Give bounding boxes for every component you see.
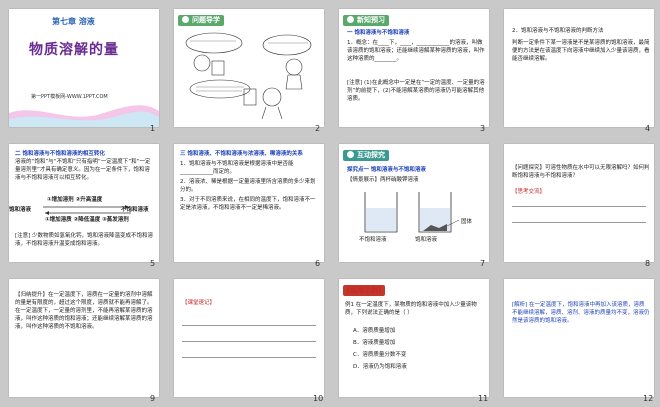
answer-line	[182, 325, 316, 326]
bullet-icon	[182, 16, 189, 23]
slide-number: 8	[645, 259, 651, 268]
slide-4[interactable]: 2．饱和溶液与不饱和溶液的判断方法 判断一定条件下某一溶液是不是某溶质的饱和溶液…	[504, 9, 654, 127]
body-text: 3．对于不同溶质来说，在相同的温度下，饱和溶液不一定是浓溶液，不饱和溶液不一定是…	[180, 197, 316, 211]
discussion-label: 【思考交流】	[512, 189, 546, 195]
body-heading: 2．饱和溶液与不饱和溶液的判断方法	[512, 28, 604, 34]
slide-7[interactable]: 互动探究 探究点一 饱和溶液与不饱和溶液 【情景展示】两杯硝酸钾溶液 不饱和溶液…	[339, 144, 489, 262]
body-text: 溶液的“饱和”与“不饱和”只有指明“一定温度下”和“一定量溶剂里”才具有确定意义…	[15, 159, 151, 181]
slide-11[interactable]: [应用示例] 例1 在一定温度下，某物质的饱和溶液中加入少量该物质，下列说法正确…	[339, 279, 489, 397]
bullet-icon	[347, 16, 354, 23]
slide-number: 6	[315, 259, 321, 268]
option-a: A．溶质质量增加	[353, 328, 396, 334]
slide-header: 问题导学	[178, 15, 224, 26]
body-text: 判断一定条件下某一溶液是不是某溶质的饱和溶液，最简便的方法是在该温度下向溶液中继…	[512, 40, 650, 62]
conversion-up-label: ①增加溶剂 ②升高温度	[47, 197, 103, 203]
body-text: 2．溶液浓、稀是根据一定量溶液里所含溶质的多少来划分的。	[180, 179, 316, 193]
option-d: D．溶液仍为饱和溶液	[353, 364, 407, 370]
notes-label: 【课堂速记】	[182, 300, 216, 306]
slide-title: 物质溶解的量	[29, 42, 119, 58]
option-b: B．溶液质量增加	[353, 340, 396, 346]
slide-10[interactable]: 【课堂速记】	[174, 279, 324, 397]
analysis-text: [解析] 在一定温度下，饱和溶液中再加入该溶质，溶质不能继续溶解，溶质、溶剂、溶…	[512, 302, 650, 324]
section-title: 二 饱和溶液与不饱和溶液的相互转化	[15, 151, 105, 157]
left-term: 饱和溶液	[9, 207, 32, 213]
answer-line	[182, 341, 316, 342]
right-term: 不饱和溶液	[121, 207, 149, 213]
slide-3[interactable]: 新知预习 一 饱和溶液与不饱和溶液 1．概念：在____下，____，_____…	[339, 9, 489, 127]
slide-number: 10	[313, 394, 324, 403]
slide-1[interactable]: 第七章 溶液 物质溶解的量 第一PPT模板网-WWW.1PPT.COM	[9, 9, 159, 127]
note-text: [注意] 少数物质如氢氧化钙，饱和溶液降温变成不饱和溶液，不饱和溶液升温变成饱和…	[15, 233, 154, 247]
beaker-label-saturated: 饱和溶液	[415, 237, 438, 243]
scenario-label: 【情景展示】两杯硝酸钾溶液	[347, 177, 419, 183]
slide-6[interactable]: 三 饱和溶液、不饱和溶液与浓溶液、稀溶液的关系 1．饱和溶液与不饱和溶液是根据溶…	[174, 144, 324, 262]
slide-footer: 第一PPT模板网-WWW.1PPT.COM	[31, 94, 108, 100]
chapter-label: 第七章 溶液	[52, 17, 95, 26]
example-question: 例1 在一定温度下，某物质的饱和溶液中加入少量该物质，下列说法正确的是（ ）	[345, 302, 477, 316]
slide-header: [应用示例]	[343, 285, 386, 296]
slide-number: 3	[480, 124, 486, 133]
slide-number: 4	[645, 124, 651, 133]
answer-line	[512, 206, 646, 207]
slide-number: 7	[480, 259, 486, 268]
slide-9[interactable]: 【归纳提升】在一定温度下，溶质在一定量的溶剂中溶解的量是有限度的，超过这个限度，…	[9, 279, 159, 397]
option-c: C．溶质质量分数不变	[353, 352, 407, 358]
section-title: 三 饱和溶液、不饱和溶液与浓溶液、稀溶液的关系	[180, 151, 303, 157]
summary-text: 【归纳提升】在一定温度下，溶质在一定量的溶剂中溶解的量是有限度的，超过这个限度，…	[15, 292, 153, 330]
slide-number: 2	[315, 124, 321, 133]
beaker-label-unsaturated: 不饱和溶液	[359, 237, 387, 243]
beaker-illustration	[364, 192, 460, 233]
slide-12[interactable]: [解析] 在一定温度下，饱和溶液中再加入该溶质，溶质不能继续溶解，溶质、溶剂、溶…	[504, 279, 654, 397]
slide-2[interactable]: 问题导学	[174, 9, 324, 127]
slide-header: 新知预习	[343, 15, 389, 26]
slide-5[interactable]: 二 饱和溶液与不饱和溶液的相互转化 溶液的“饱和”与“不饱和”只有指明“一定温度…	[9, 144, 159, 262]
answer-line	[182, 357, 316, 358]
body-note: [注意] (1)在此概念中一定是在“一定的温度、一定量的溶剂”的前提下，(2)不…	[347, 80, 485, 102]
slide-number: 1	[150, 124, 156, 133]
answer-line	[512, 222, 646, 223]
slide-number: 12	[643, 394, 654, 403]
slide-grid: 第七章 溶液 物质溶解的量 第一PPT模板网-WWW.1PPT.COM 问题导学	[0, 0, 660, 407]
section-title: 一 饱和溶液与不饱和溶液	[347, 30, 410, 36]
slide-header: 互动探究	[343, 150, 389, 161]
wave-decoration	[9, 105, 159, 127]
body-text: 1．饱和溶液与不饱和溶液是根据溶液中是否能____________而定的。	[180, 161, 294, 175]
slide-number: 11	[478, 394, 489, 403]
slide-number: 9	[150, 394, 156, 403]
slide-number: 5	[150, 259, 156, 268]
bullet-icon	[347, 151, 354, 158]
body-text: 1．概念：在____下，____，____________的溶液，叫做该溶质的饱…	[347, 40, 485, 62]
conversion-arrows	[43, 205, 131, 215]
slide-8[interactable]: 【问题探究】可溶性物质在水中可以无限溶解吗？如何判断饱和溶液与不饱和溶液？ 【思…	[504, 144, 654, 262]
conversion-down-label: ①增加溶质 ②降低温度 ③蒸发溶剂	[45, 217, 129, 223]
solid-label: 固体	[461, 219, 473, 225]
question-text: 【问题探究】可溶性物质在水中可以无限溶解吗？如何判断饱和溶液与不饱和溶液？	[512, 165, 650, 179]
cartoon-illustration	[185, 32, 312, 119]
section-title: 探究点一 饱和溶液与不饱和溶液	[347, 167, 426, 173]
